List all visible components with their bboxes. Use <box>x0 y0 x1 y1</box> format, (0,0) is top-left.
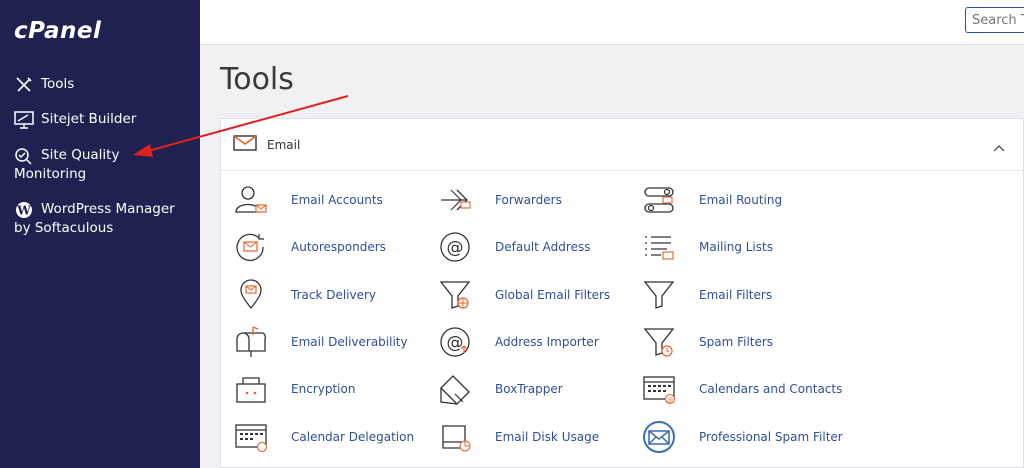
forwarders-icon <box>437 182 473 218</box>
track-delivery-icon <box>233 277 269 313</box>
top-bar <box>200 0 1024 45</box>
email-section-header[interactable]: Email <box>221 119 1023 171</box>
deliverability-icon <box>233 324 269 360</box>
email-accounts-icon <box>233 182 269 218</box>
email-filters-icon <box>641 277 677 313</box>
sidebar-item-wordpress-manager[interactable]: W WordPress Manager by Softaculous <box>14 200 175 238</box>
sidebar-item-label-line2: Monitoring <box>14 166 87 182</box>
sidebar-item-label: Tools <box>41 76 75 92</box>
sidebar-item-label-line2: by Softaculous <box>14 220 114 236</box>
disk-usage-icon <box>437 419 473 455</box>
boxtrapper-icon <box>437 371 473 407</box>
envelope-icon <box>233 134 257 155</box>
tool-autoresponders[interactable]: Autoresponders <box>233 227 386 267</box>
tool-email-disk-usage[interactable]: Email Disk Usage <box>437 417 599 457</box>
default-address-icon: @ <box>437 229 473 265</box>
tool-professional-spam-filter[interactable]: Professional Spam Filter <box>641 417 843 457</box>
tool-email-deliverability[interactable]: Email Deliverability <box>233 322 408 362</box>
sidebar-item-site-quality-monitoring[interactable]: Site Quality Monitoring <box>14 146 119 184</box>
sidebar-item-label: Site Quality <box>41 147 120 163</box>
svg-text:@: @ <box>667 397 673 404</box>
tools-icon <box>14 75 34 94</box>
sidebar-item-sitejet-builder[interactable]: Sitejet Builder <box>14 110 136 129</box>
pro-spam-filter-icon <box>641 419 677 455</box>
monitor-icon <box>14 110 34 129</box>
calendar-delegation-icon <box>233 419 269 455</box>
calendars-icon: @ <box>641 371 677 407</box>
svg-text:W: W <box>16 203 31 217</box>
tool-email-routing[interactable]: Email Routing <box>641 180 782 220</box>
chevron-up-icon[interactable] <box>993 137 1005 156</box>
encryption-icon <box>233 371 269 407</box>
tool-encryption[interactable]: Encryption <box>233 369 355 409</box>
sidebar-item-label: Sitejet Builder <box>41 111 137 127</box>
address-importer-icon: @ <box>437 324 473 360</box>
tool-address-importer[interactable]: @ Address Importer <box>437 322 599 362</box>
sidebar-item-label: WordPress Manager <box>41 201 175 217</box>
sidebar: cPanel Tools Sitejet Builder Site Qualit… <box>0 0 200 468</box>
svg-text:@: @ <box>447 333 464 353</box>
page-title: Tools <box>220 62 294 97</box>
tool-global-email-filters[interactable]: Global Email Filters <box>437 275 610 315</box>
spam-filters-icon <box>641 324 677 360</box>
email-routing-icon <box>641 182 677 218</box>
autoresponders-icon <box>233 229 269 265</box>
tool-forwarders[interactable]: Forwarders <box>437 180 562 220</box>
cpanel-logo[interactable]: cPanel <box>14 18 101 44</box>
tool-email-accounts[interactable]: Email Accounts <box>233 180 383 220</box>
email-section-title: Email <box>267 137 301 152</box>
global-filters-icon <box>437 277 473 313</box>
wordpress-icon: W <box>14 200 34 219</box>
tool-mailing-lists[interactable]: Mailing Lists <box>641 227 773 267</box>
tool-calendars-and-contacts[interactable]: @ Calendars and Contacts <box>641 369 842 409</box>
email-section-panel: Email Email Accounts Forwarders Email Ro… <box>220 118 1024 468</box>
search-check-icon <box>14 146 34 165</box>
tool-spam-filters[interactable]: Spam Filters <box>641 322 773 362</box>
svg-text:@: @ <box>447 238 464 258</box>
tool-track-delivery[interactable]: Track Delivery <box>233 275 376 315</box>
tool-default-address[interactable]: @ Default Address <box>437 227 590 267</box>
search-input[interactable] <box>965 7 1024 33</box>
tool-email-filters[interactable]: Email Filters <box>641 275 772 315</box>
tool-boxtrapper[interactable]: BoxTrapper <box>437 369 563 409</box>
mailing-lists-icon <box>641 229 677 265</box>
tool-calendar-delegation[interactable]: Calendar Delegation <box>233 417 414 457</box>
sidebar-item-tools[interactable]: Tools <box>14 75 74 94</box>
